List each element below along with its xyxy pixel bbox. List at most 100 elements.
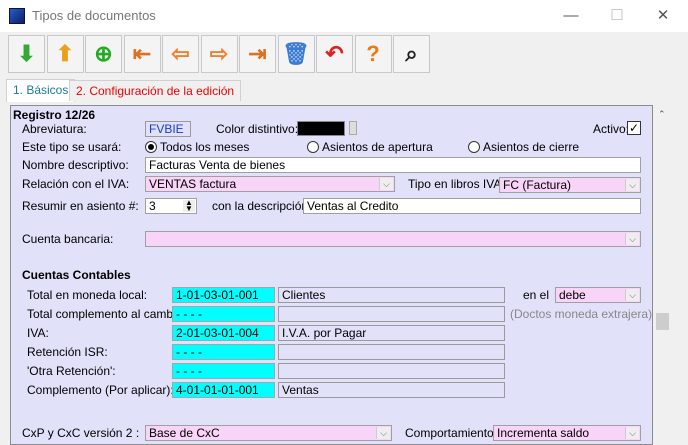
color-swatch[interactable] [297, 121, 345, 136]
relacion-select[interactable]: VENTAS factura ⌵ [145, 176, 395, 192]
tipo-libros-select[interactable]: FC (Factura) ⌵ [499, 177, 641, 193]
cxc-value: Base de CxC [149, 426, 220, 440]
nombre-label: Nombre descriptivo: [22, 158, 129, 172]
en-el-label: en el [523, 288, 550, 302]
cuenta-name-field: I.V.A. por Pagar [278, 325, 505, 341]
radio-label: Asientos de cierre [483, 140, 580, 154]
cuenta-code-input[interactable]: - - - - [172, 363, 275, 379]
spinner-arrows-icon[interactable]: ▲ ▼ [183, 199, 195, 213]
cuenta-code-input[interactable]: 1-01-03-01-001 [172, 287, 275, 303]
descripcion-input[interactable]: Ventas al Credito [303, 198, 641, 214]
en-el-select[interactable]: debe ⌵ [555, 287, 641, 303]
doctos-note: (Doctos moneda extrajera) [510, 307, 653, 321]
record-counter: Registro 12/26 [13, 108, 96, 122]
new-document-icon: ⊕ [94, 41, 113, 66]
nombre-input[interactable]: Facturas Venta de bienes [145, 157, 641, 173]
cuenta-label: Total complemento al cambio: [27, 307, 186, 321]
cuenta-name-field: Ventas [278, 382, 505, 398]
en-el-value: debe [559, 288, 586, 302]
cuenta-bancaria-label: Cuenta bancaria: [22, 232, 114, 246]
radio-asientos-cierre[interactable]: Asientos de cierre [468, 140, 579, 155]
next-record-button[interactable]: ⇨ [200, 35, 238, 73]
radio-asientos-apertura[interactable]: Asientos de apertura [307, 140, 433, 155]
cuenta-label: Retención ISR: [27, 345, 108, 359]
close-button[interactable]: ✕ [648, 4, 678, 28]
previous-record-button[interactable]: ⇦ [162, 35, 199, 73]
cuenta-code-input[interactable]: 2-01-03-01-004 [172, 325, 275, 341]
next-record-icon: ⇨ [209, 41, 229, 66]
activo-label: Activo: [593, 122, 630, 136]
undo-icon: ↶ [325, 41, 344, 66]
delete-icon: 🗑 [282, 41, 310, 66]
radio-todos-meses[interactable]: Todos los meses [145, 140, 249, 155]
comportamiento-value: Incrementa saldo [497, 426, 590, 440]
first-record-button[interactable]: ⇤ [123, 35, 161, 73]
previous-record-icon: ⇦ [171, 41, 190, 66]
last-record-icon: ⇥ [248, 41, 267, 66]
radio-icon [307, 141, 319, 153]
search-binoculars-button[interactable]: ⌕ [393, 35, 430, 73]
con-descripcion-label: con la descripción [212, 199, 309, 213]
cuenta-label: Total en moneda local: [27, 288, 148, 302]
resumir-value: 3 [149, 199, 156, 213]
cuenta-name-field [278, 363, 505, 379]
cuenta-label: Complemento (Por aplicar): [27, 383, 174, 397]
cuenta-code-input[interactable]: - - - - [172, 344, 275, 360]
chevron-down-icon[interactable]: ⌵ [376, 427, 390, 439]
undo-button[interactable]: ↶ [316, 35, 353, 73]
color-label: Color distintivo: [216, 122, 299, 136]
cuenta-bancaria-select[interactable]: ⌵ [145, 231, 641, 247]
app-icon [9, 8, 25, 24]
cuenta-label: 'Otra Retención': [27, 364, 116, 378]
maximize-button[interactable]: ☐ [602, 4, 632, 28]
first-record-icon: ⇤ [132, 41, 152, 66]
scroll-thumb[interactable] [656, 313, 669, 330]
tab-basicos[interactable]: 1. Básicos [6, 79, 76, 102]
upload-icon: ⬆ [55, 41, 75, 66]
title-bar: Tipos de documentos — ☐ ✕ [0, 0, 688, 32]
radio-label: Todos los meses [160, 140, 250, 154]
cuenta-name-field [278, 344, 505, 360]
comportamiento-select[interactable]: Incrementa saldo ⌵ [493, 425, 641, 441]
vertical-scrollbar[interactable]: ⌃ [653, 105, 672, 445]
radio-label: Asientos de apertura [322, 140, 433, 154]
upload-button[interactable]: ⬆ [46, 35, 84, 73]
delete-button[interactable]: 🗑 [277, 35, 315, 73]
cuenta-name-field: Clientes [278, 287, 505, 303]
radio-icon [468, 141, 480, 153]
abreviatura-field[interactable]: FVBIE [145, 121, 191, 137]
scroll-up-icon[interactable]: ⌃ [658, 109, 666, 120]
cuentas-contables-title: Cuentas Contables [22, 268, 131, 282]
cuenta-code-input[interactable]: 4-01-01-01-001 [172, 382, 275, 398]
download-icon: ⬇ [17, 41, 36, 66]
chevron-down-icon[interactable]: ⌵ [625, 289, 639, 301]
chevron-down-icon[interactable]: ⌵ [625, 179, 639, 191]
new-document-button[interactable]: ⊕ [85, 35, 122, 73]
tipo-libros-value: FC (Factura) [503, 178, 572, 192]
window-title: Tipos de documentos [32, 8, 156, 23]
tipo-libros-label: Tipo en libros IVA: [408, 177, 505, 191]
minimize-button[interactable]: — [556, 4, 586, 28]
radio-selected-icon [145, 141, 157, 153]
help-button[interactable]: ? [354, 35, 392, 73]
chevron-down-icon[interactable]: ⌵ [379, 178, 393, 190]
tab-configuracion-edicion[interactable]: 2. Configuración de la edición [69, 80, 242, 101]
color-picker-button[interactable] [349, 121, 357, 135]
last-record-button[interactable]: ⇥ [239, 35, 276, 73]
search-binoculars-icon: ⌕ [405, 41, 418, 66]
cuenta-name-field [278, 306, 505, 322]
cxc-select[interactable]: Base de CxC ⌵ [145, 425, 392, 441]
relacion-label: Relación con el IVA: [22, 177, 130, 191]
chevron-down-icon[interactable]: ⌵ [625, 233, 639, 245]
chevron-down-icon[interactable]: ⌵ [625, 427, 639, 439]
relacion-value: VENTAS factura [149, 177, 237, 191]
resumir-stepper[interactable]: 3 ▲ ▼ [145, 198, 197, 214]
download-button[interactable]: ⬇ [8, 35, 45, 73]
resumir-label: Resumir en asiento #: [22, 199, 139, 213]
activo-checkbox[interactable]: ✓ [627, 121, 641, 135]
cxc-label: CxP y CxC versión 2 : [22, 426, 140, 440]
uso-label: Este tipo se usará: [22, 140, 122, 154]
comportamiento-label: Comportamiento: [405, 426, 498, 440]
cuenta-code-input[interactable]: - - - - [172, 306, 275, 322]
help-icon: ? [366, 41, 380, 66]
